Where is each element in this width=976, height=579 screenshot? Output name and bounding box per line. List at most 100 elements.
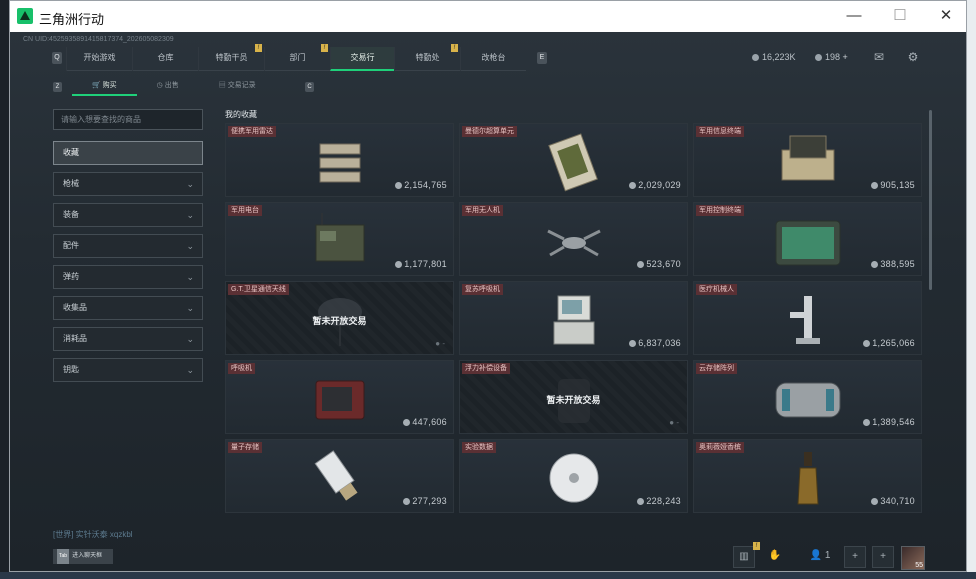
item-card[interactable]: 军用信息终端 905,135 [693,123,922,197]
item-price: 2,154,765 [395,180,447,190]
item-name: 浮力补偿设备 [462,363,510,374]
item-price: 388,595 [871,259,915,269]
section-title: 我的收藏 [225,110,257,119]
category-attachments[interactable]: 配件 ⌄ [53,234,203,258]
item-name: 便携军用雷达 [228,126,276,137]
tab-buy[interactable]: 🛒 购买 [72,78,137,96]
app-window: 三角洲行动 — ☐ ✕ CN UID:4525935891415817374_2… [9,0,967,572]
coin-icon [629,340,637,347]
tab-trade-history[interactable]: ▤ 交易记录 [199,78,276,96]
monitor-icon [315,380,364,420]
chevron-down-icon: ⌄ [186,210,194,220]
item-card[interactable]: 曼德尔超算单元 2,029,029 [459,123,688,197]
control-terminal-icon [775,220,840,266]
item-card[interactable]: 医疗机械人 1,265,066 [693,281,922,355]
desktop-edge [966,0,976,579]
notice-badge: ! [451,44,458,52]
coin-icon [871,498,879,505]
item-card[interactable]: 复苏呼吸机 6,837,036 [459,281,688,355]
trade-subtabs: 🛒 购买 ◷ 出售 ▤ 交易记录 [72,78,276,96]
item-card[interactable]: 实验数据 228,243 [459,439,688,513]
hand-wave-icon[interactable]: ✋ [764,546,786,568]
grid-scrollbar[interactable] [929,110,932,290]
item-name: 奥莉薇娅香槟 [696,442,744,453]
drone-icon [546,229,601,257]
tab-operators[interactable]: 特勤干员! [198,44,264,71]
item-price: 905,135 [871,180,915,190]
item-price: 340,710 [871,496,915,506]
chevron-down-icon: ⌄ [186,365,194,375]
tab-department[interactable]: 部门! [264,44,330,71]
item-name: 军用无人机 [462,205,503,216]
item-price: 1,265,066 [863,338,915,348]
nav-next-key[interactable]: E [537,52,547,64]
tab-special-ops[interactable]: 特勤处! [394,44,460,71]
subnav-next-key[interactable]: C [305,82,314,92]
item-name: 军用控制终端 [696,205,744,216]
medical-robot-icon [789,296,820,344]
settings-gear-icon[interactable]: ⚙ [905,50,921,64]
notice-badge: ! [255,44,262,52]
item-card[interactable]: 军用电台 1,177,801 [225,202,454,276]
coin-icon [752,54,759,61]
item-price: 2,029,029 [629,180,681,190]
item-card[interactable]: 量子存储 277,293 [225,439,454,513]
search-input[interactable] [53,109,203,130]
item-card[interactable]: 云存储阵列 1,389,546 [693,360,922,434]
category-favorites[interactable]: 收藏 [53,141,203,165]
category-collectibles[interactable]: 收集品 ⌄ [53,296,203,320]
item-card[interactable]: 便携军用雷达 2,154,765 [225,123,454,197]
item-card[interactable]: 呼吸机 447,606 [225,360,454,434]
avatar[interactable]: 55 [901,546,925,570]
category-guns[interactable]: 枪械 ⌄ [53,172,203,196]
item-price: 6,837,036 [629,338,681,348]
tab-trading[interactable]: 交易行 [330,47,394,71]
coupon-currency[interactable]: 198 + [815,52,848,62]
item-card[interactable]: 军用控制终端 388,595 [693,202,922,276]
item-name: 军用电台 [228,205,262,216]
close-button[interactable]: ✕ [930,5,962,27]
coin-icon [395,182,403,189]
item-name: 复苏呼吸机 [462,284,503,295]
category-keys[interactable]: 钥匙 ⌄ [53,358,203,382]
item-grid: 便携军用雷达 2,154,765 曼德尔超算单元 2,029,029 军用信息终端 905… [225,123,924,515]
tab-gunsmith[interactable]: 改枪台 [460,47,526,71]
item-card[interactable]: G.T.卫星通信天线 暂未开放交易 ● ‑ [225,281,454,355]
category-equipment[interactable]: 装备 ⌄ [53,203,203,227]
tab-sell[interactable]: ◷ 出售 [137,78,199,96]
item-price: 1,389,546 [863,417,915,427]
maximize-button[interactable]: ☐ [884,5,916,27]
coin-icon [629,182,637,189]
item-name: 实验数据 [462,442,496,453]
stats-icon[interactable]: ▥ [733,546,755,568]
nav-prev-key[interactable]: Q [52,52,62,64]
friends-icon[interactable]: 👤 1 [800,546,840,568]
game-viewport: CN UID:4525935891415817374_202605082309 … [10,32,966,571]
coupon-icon [815,54,822,61]
item-price: 523,670 [637,259,681,269]
item-card[interactable]: 奥莉薇娅香槟 340,710 [693,439,922,513]
item-card[interactable]: 浮力补偿设备 暂未开放交易 ● ‑ [459,360,688,434]
champagne-icon [796,452,819,505]
ventilator-icon [553,295,594,345]
item-price: 447,606 [403,417,447,427]
category-consumables[interactable]: 消耗品 ⌄ [53,327,203,351]
circuit-board-icon [547,133,598,192]
item-name: G.T.卫星通信天线 [228,284,289,295]
category-ammo[interactable]: 弹药 ⌄ [53,265,203,289]
item-name: 军用信息终端 [696,126,744,137]
tab-start-game[interactable]: 开始游戏 [66,47,132,71]
window-title: 三角洲行动 [39,12,105,27]
radar-icon [319,143,360,183]
mail-icon[interactable]: ✉ [871,50,887,64]
minimize-button[interactable]: — [838,5,870,27]
item-card[interactable]: 军用无人机 523,670 [459,202,688,276]
add-squad-button-2[interactable]: + [872,546,894,568]
add-squad-button[interactable]: + [844,546,866,568]
tab-warehouse[interactable]: 仓库 [132,47,198,71]
notice-badge: ! [321,44,328,52]
coin-icon: ● ‑ [669,418,679,427]
world-chat-line: [世界] 实针沃泰 xqzkbl [53,530,133,539]
open-chat-button[interactable]: Tab 进入聊天框 [53,549,113,564]
subnav-prev-key[interactable]: Z [53,82,62,92]
